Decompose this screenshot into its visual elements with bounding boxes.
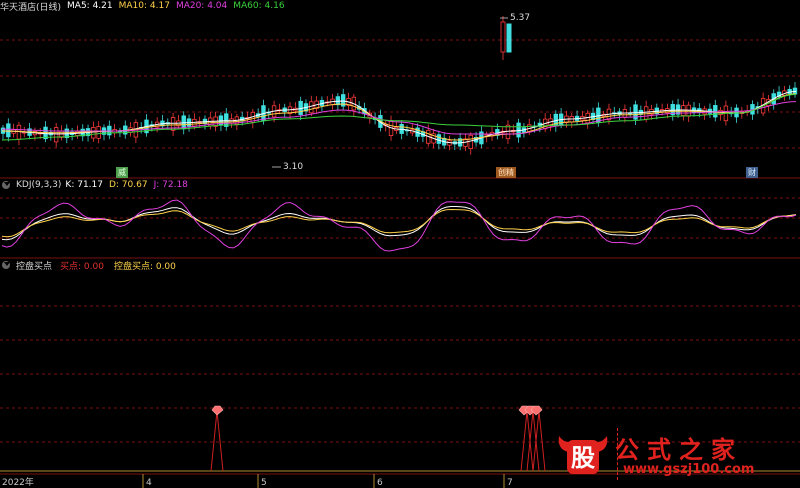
candle bbox=[351, 94, 357, 116]
ma-line-ma60 bbox=[1, 93, 797, 141]
ma-line-ma5 bbox=[1, 90, 797, 144]
watermark: 股 公式之家 www.gszj100.com bbox=[555, 428, 785, 483]
signal-spike bbox=[520, 410, 534, 472]
x-tick-4: 4 bbox=[146, 478, 152, 488]
candle bbox=[160, 115, 165, 130]
signal-spike bbox=[210, 410, 224, 472]
candle bbox=[335, 93, 341, 111]
candle bbox=[500, 127, 505, 139]
kdj-lines bbox=[1, 199, 797, 252]
candle bbox=[686, 101, 691, 123]
x-tick-5: 5 bbox=[261, 478, 267, 488]
signal-title: 控盘买点 bbox=[16, 261, 53, 272]
candle bbox=[43, 121, 48, 143]
candle bbox=[585, 110, 590, 129]
signal-item1: 买点: 0.00 bbox=[60, 261, 104, 272]
candle bbox=[123, 120, 128, 139]
candle bbox=[691, 102, 697, 117]
kdj-k-label: K: 71.17 bbox=[65, 180, 103, 190]
low-price-label: 3.10 bbox=[283, 162, 304, 172]
candle bbox=[239, 111, 245, 126]
signal-item2: 控盘买点: 0.00 bbox=[113, 261, 176, 272]
ma10-label: MA10: 4.17 bbox=[118, 1, 170, 11]
diamond-marker-icon bbox=[211, 405, 543, 416]
ma-lines bbox=[1, 90, 797, 144]
candle bbox=[208, 112, 213, 130]
collapse-icon[interactable] bbox=[2, 181, 10, 189]
ma20-label: MA20: 4.04 bbox=[175, 1, 228, 11]
candlesticks bbox=[0, 16, 798, 155]
signal-legend: 控盘买点 买点: 0.00 控盘买点: 0.00 bbox=[0, 259, 182, 272]
candle bbox=[617, 108, 622, 121]
candle bbox=[734, 104, 739, 123]
candle bbox=[441, 132, 447, 149]
candle bbox=[176, 114, 181, 129]
candle bbox=[569, 112, 574, 128]
candle bbox=[170, 112, 176, 136]
ma60-label: MA60: 4.16 bbox=[233, 1, 285, 11]
candle bbox=[468, 132, 473, 155]
kdj-line-d bbox=[1, 208, 797, 238]
candle bbox=[574, 110, 580, 125]
ma5-label: MA5: 4.21 bbox=[67, 1, 113, 11]
tag-wei[interactable]: 威 bbox=[116, 167, 128, 178]
high-price-label: 5.37 bbox=[510, 13, 531, 23]
logo-char: 股 bbox=[571, 444, 595, 472]
candle bbox=[266, 108, 271, 120]
candle bbox=[27, 122, 32, 140]
signal-spikes bbox=[210, 405, 546, 472]
kdj-line-j bbox=[1, 199, 797, 252]
candle bbox=[85, 124, 91, 142]
signal-spike bbox=[532, 410, 546, 472]
tag-cai[interactable]: 财 bbox=[746, 167, 758, 178]
kdj-legend: KDJ(9,3,3) K: 71.17 D: 70.67 J: 72.18 bbox=[0, 179, 194, 191]
candle bbox=[394, 121, 399, 134]
candle bbox=[675, 98, 681, 118]
candle bbox=[505, 120, 511, 144]
tag-chuangjing[interactable]: 创精 bbox=[496, 167, 516, 178]
candle bbox=[107, 120, 112, 140]
candle bbox=[16, 121, 22, 146]
kdj-line-k bbox=[1, 206, 797, 241]
candle bbox=[0, 125, 6, 140]
x-tick-2022: 2022年 bbox=[2, 478, 34, 488]
candle bbox=[101, 124, 107, 141]
candle bbox=[53, 122, 59, 148]
candle bbox=[277, 103, 282, 115]
kdj-title: KDJ(9,3,3) bbox=[16, 180, 62, 190]
watermark-title: 公式之家 bbox=[615, 436, 743, 464]
candle bbox=[96, 121, 101, 144]
x-tick-6: 6 bbox=[377, 478, 383, 488]
candle bbox=[224, 108, 229, 131]
main-legend: 华天酒店(日线) MA5: 4.21 MA10: 4.17 MA20: 4.04… bbox=[0, 0, 291, 13]
signal-spike bbox=[526, 410, 540, 472]
x-tick-7: 7 bbox=[507, 478, 513, 488]
candle bbox=[6, 118, 11, 142]
chart-canvas bbox=[0, 16, 800, 475]
candle bbox=[144, 114, 149, 137]
candle bbox=[133, 119, 139, 144]
candle bbox=[202, 115, 208, 130]
kdj-d-label: D: 70.67 bbox=[108, 180, 148, 190]
candle bbox=[48, 128, 54, 141]
candle bbox=[792, 82, 798, 98]
watermark-url: www.gszj100.com bbox=[623, 462, 755, 477]
candle bbox=[410, 123, 415, 137]
candle bbox=[707, 103, 713, 118]
kdj-j-label: J: 72.18 bbox=[153, 180, 188, 190]
bull-logo-icon: 股 bbox=[558, 436, 608, 474]
candle bbox=[340, 88, 346, 111]
collapse-icon[interactable] bbox=[2, 261, 10, 269]
candle bbox=[713, 99, 718, 122]
stock-title: 华天酒店(日线) bbox=[0, 2, 62, 13]
